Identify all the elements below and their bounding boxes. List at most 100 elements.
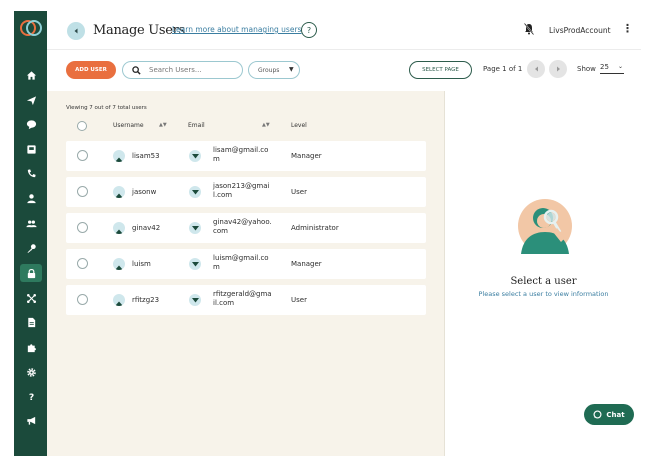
column-email[interactable]: Email [188, 122, 205, 129]
add-user-button[interactable]: ADD USER [66, 61, 116, 79]
document-icon [27, 317, 35, 327]
nav-security[interactable] [20, 264, 42, 282]
help-icon: ? [28, 392, 33, 402]
chat-bubble-icon [26, 119, 36, 129]
chat-bubble-icon [593, 410, 602, 419]
inbox-icon [26, 144, 36, 154]
header: Manage Users Learn more about managing u… [47, 11, 641, 49]
avatar [113, 222, 125, 234]
network-icon [26, 293, 36, 303]
learn-more-link[interactable]: Learn more about managing users [172, 25, 301, 34]
viewing-count: Viewing 7 out of 7 total users [66, 105, 147, 111]
username-cell: lisam53 [132, 152, 160, 160]
nav-calls[interactable] [20, 164, 42, 182]
chevron-right-icon [556, 66, 560, 72]
table-row[interactable]: lisam53 lisam@gmail.com Manager [66, 141, 426, 171]
empty-state-title: Select a user [510, 276, 577, 287]
phone-icon [27, 168, 36, 177]
page-info: Page 1 of 1 [483, 65, 523, 73]
account-name[interactable]: LivsProdAccount [549, 26, 611, 35]
email-icon [189, 222, 201, 234]
row-checkbox[interactable] [77, 150, 88, 161]
table-row[interactable]: rfitzg23 rfitzgerald@gmail.com User [66, 285, 426, 315]
next-page-button[interactable] [549, 60, 567, 78]
puzzle-icon [27, 343, 36, 352]
nav-user[interactable] [20, 189, 42, 207]
email-cell: luism@gmail.com [213, 254, 269, 271]
nav-settings[interactable] [20, 363, 42, 381]
table-row[interactable]: ginav42 ginav42@yahoo.com Administrator [66, 213, 426, 243]
chevron-left-icon [534, 66, 538, 72]
column-username[interactable]: Username [113, 122, 144, 129]
groups-label: Groups [258, 67, 280, 74]
nav-keys[interactable] [20, 239, 42, 257]
back-button[interactable] [67, 22, 85, 40]
nav-documents[interactable] [20, 313, 42, 331]
username-cell: luism [132, 260, 151, 268]
nav-announcements[interactable] [20, 411, 42, 429]
sort-icon[interactable]: ▲▼ [159, 122, 167, 128]
avatar [113, 150, 125, 162]
svg-text:?: ? [28, 392, 33, 402]
user-list-panel: Viewing 7 out of 7 total users Username … [47, 91, 444, 456]
table-row[interactable]: luism luism@gmail.com Manager [66, 249, 426, 279]
email-icon [189, 258, 201, 270]
user-silhouette-icon [115, 229, 123, 234]
row-checkbox[interactable] [77, 258, 88, 269]
user-silhouette-icon [115, 193, 123, 198]
nav-integrations[interactable] [20, 338, 42, 356]
level-cell: User [291, 188, 307, 196]
email-icon [189, 294, 201, 306]
select-all-checkbox[interactable] [77, 121, 87, 131]
user-silhouette-icon [115, 301, 123, 306]
row-checkbox[interactable] [77, 186, 88, 197]
chat-button[interactable]: Chat [584, 404, 634, 425]
email-cell: rfitzgerald@gmail.com [213, 290, 272, 307]
gear-icon [26, 367, 36, 377]
send-icon [26, 95, 36, 105]
sidebar: ? [14, 11, 47, 456]
toolbar: ADD USER Groups ▼ SELECT PAGE Page 1 of … [47, 49, 641, 91]
level-cell: Manager [291, 260, 322, 268]
prev-page-button[interactable] [527, 60, 545, 78]
search-icon [132, 66, 141, 75]
user-detail-panel: Select a user Please select a user to vi… [444, 91, 641, 456]
nav-help[interactable]: ? [20, 387, 42, 405]
chevron-down-icon: ⌄ [617, 63, 623, 70]
email-cell: jason213@gmail.com [213, 182, 270, 199]
more-options-icon[interactable]: ⋮ [622, 22, 633, 35]
email-cell: lisam@gmail.com [213, 146, 269, 163]
user-icon [26, 193, 36, 203]
row-checkbox[interactable] [77, 222, 88, 233]
groups-dropdown[interactable]: Groups ▼ [248, 61, 300, 79]
search-box[interactable] [122, 61, 243, 79]
level-cell: Administrator [291, 224, 339, 232]
home-icon [26, 70, 36, 80]
search-input[interactable] [149, 64, 239, 76]
nav-users[interactable] [20, 214, 42, 232]
nav-inbox[interactable] [20, 140, 42, 158]
nav-network[interactable] [20, 289, 42, 307]
page-size-value: 25 [600, 63, 609, 71]
select-user-illustration [518, 199, 572, 254]
column-level[interactable]: Level [291, 122, 307, 129]
level-cell: Manager [291, 152, 322, 160]
page-size-select[interactable]: 25 ⌄ [600, 63, 624, 74]
chat-label: Chat [606, 410, 625, 419]
logo [20, 20, 42, 36]
username-cell: jasonw [132, 188, 157, 196]
select-page-button[interactable]: SELECT PAGE [409, 61, 472, 79]
nav-send[interactable] [20, 91, 42, 109]
caret-down-icon: ▼ [289, 66, 294, 73]
avatar [113, 186, 125, 198]
row-checkbox[interactable] [77, 294, 88, 305]
table-row[interactable]: jasonw jason213@gmail.com User [66, 177, 426, 207]
help-button[interactable]: ? [301, 22, 317, 38]
sort-icon[interactable]: ▲▼ [262, 122, 270, 128]
level-cell: User [291, 296, 307, 304]
nav-messages[interactable] [20, 115, 42, 133]
chevron-left-icon [74, 28, 78, 34]
users-icon [25, 219, 37, 227]
nav-home[interactable] [20, 66, 42, 84]
bell-muted-icon[interactable] [524, 23, 534, 35]
